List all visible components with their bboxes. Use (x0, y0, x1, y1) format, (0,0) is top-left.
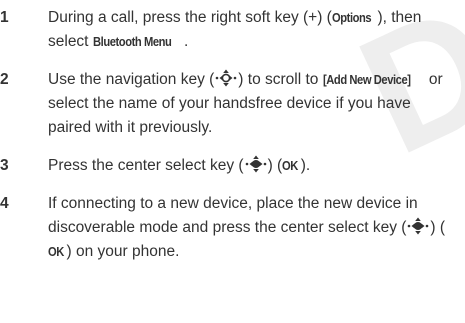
step-number: 1 (0, 9, 9, 26)
step-text: During a call, press the right soft key … (48, 6, 465, 54)
step-number: 2 (0, 71, 9, 88)
step-text: Press the center select key ( ) (OK). (48, 154, 465, 178)
step-text: If connecting to a new device, place the… (48, 192, 465, 264)
step-text-segment: Press the center select key ( (48, 157, 244, 174)
step-text-segment: During a call, press the right soft key … (48, 9, 332, 26)
step-number: 4 (0, 195, 9, 212)
ui-term-options: Options (331, 10, 372, 25)
step-text-segment: . (184, 33, 189, 50)
step-text-segment: If connecting to a new device, place the… (48, 195, 418, 236)
step-text-segment: ). (300, 157, 311, 174)
step-1: 1 During a call, press the right soft ke… (0, 6, 465, 54)
step-text-segment: ) on your phone. (66, 243, 180, 260)
center-select-key-icon (245, 155, 266, 173)
ui-term-bluetooth-menu: Bluetooth Menu (92, 34, 172, 49)
step-number: 3 (0, 157, 9, 174)
step-text-segment: ) ( (430, 219, 446, 236)
step-2: 2 Use the navigation key ( ) to scroll t… (0, 68, 465, 140)
center-select-key-icon (408, 217, 429, 235)
step-text-segment: ) to scroll to (238, 71, 323, 88)
step-text-segment: Use the navigation key ( (48, 71, 215, 88)
step-text: Use the navigation key ( ) to scroll to … (48, 68, 465, 140)
ui-term-ok: OK (48, 244, 64, 259)
navigation-key-icon (215, 69, 237, 87)
step-text-segment: ) ( (267, 157, 283, 174)
step-4: 4 If connecting to a new device, place t… (0, 192, 465, 264)
step-3: 3 Press the center select key ( ) (OK). (0, 154, 465, 178)
ui-term-add-new-device: [Add New Device] (322, 72, 411, 87)
ui-term-ok: OK (282, 158, 299, 173)
instruction-steps: 1 During a call, press the right soft ke… (0, 0, 465, 264)
